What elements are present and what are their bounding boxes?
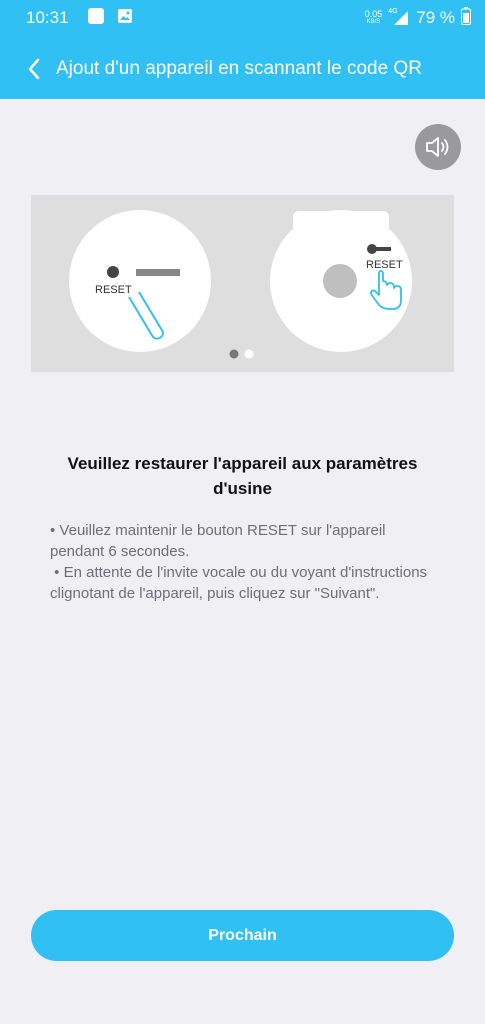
back-button[interactable] <box>20 54 48 84</box>
gallery-icon <box>117 8 133 29</box>
status-time: 10:31 <box>26 8 69 27</box>
signal-icon: 4G <box>388 8 410 26</box>
net-speed-value: 0.05 <box>364 9 383 19</box>
title-row: Ajout d'un appareil en scannant le code … <box>0 49 485 89</box>
instruction-item: • Veuillez maintenir le bouton RESET sur… <box>50 522 386 560</box>
next-button-label: Prochain <box>208 926 277 944</box>
carousel-dot-active <box>229 349 239 359</box>
reset-hole-icon <box>107 266 119 278</box>
device-front-illustration <box>69 210 211 352</box>
page-title: Ajout d'un appareil en scannant le code … <box>56 58 422 79</box>
net-speed-unit: KB/S <box>366 19 381 25</box>
sound-button[interactable] <box>415 124 461 170</box>
network-type: 4G <box>388 8 398 15</box>
carousel-dots <box>229 349 254 359</box>
instruction-item: • En attente de l'invite vocale ou du vo… <box>50 564 432 602</box>
notification-square-icon <box>87 7 105 30</box>
speaker-icon <box>426 137 449 157</box>
status-bar: 10:31 0.05 KB/S 4G 79 % <box>0 0 485 36</box>
instruction-heading: Veuillez restaurer l'appareil aux paramè… <box>67 454 418 498</box>
battery-icon <box>461 6 471 30</box>
center-button <box>323 264 357 298</box>
instruction-text: • Veuillez maintenir le bouton RESET sur… <box>50 520 430 604</box>
device-slot <box>136 269 180 276</box>
battery-percent: 79 % <box>416 8 455 27</box>
next-button[interactable]: Prochain <box>31 910 454 961</box>
carousel-dot <box>244 349 254 359</box>
reset-label-left: RESET <box>95 284 132 296</box>
reset-illustration-carousel[interactable]: RESET RESET <box>31 195 454 372</box>
chevron-left-icon <box>28 58 40 80</box>
net-speed: 0.05 KB/S <box>365 10 383 26</box>
app-header: 10:31 0.05 KB/S 4G 79 % Ajout d'un appar… <box>0 0 485 99</box>
reset-label-right: RESET <box>366 259 403 271</box>
